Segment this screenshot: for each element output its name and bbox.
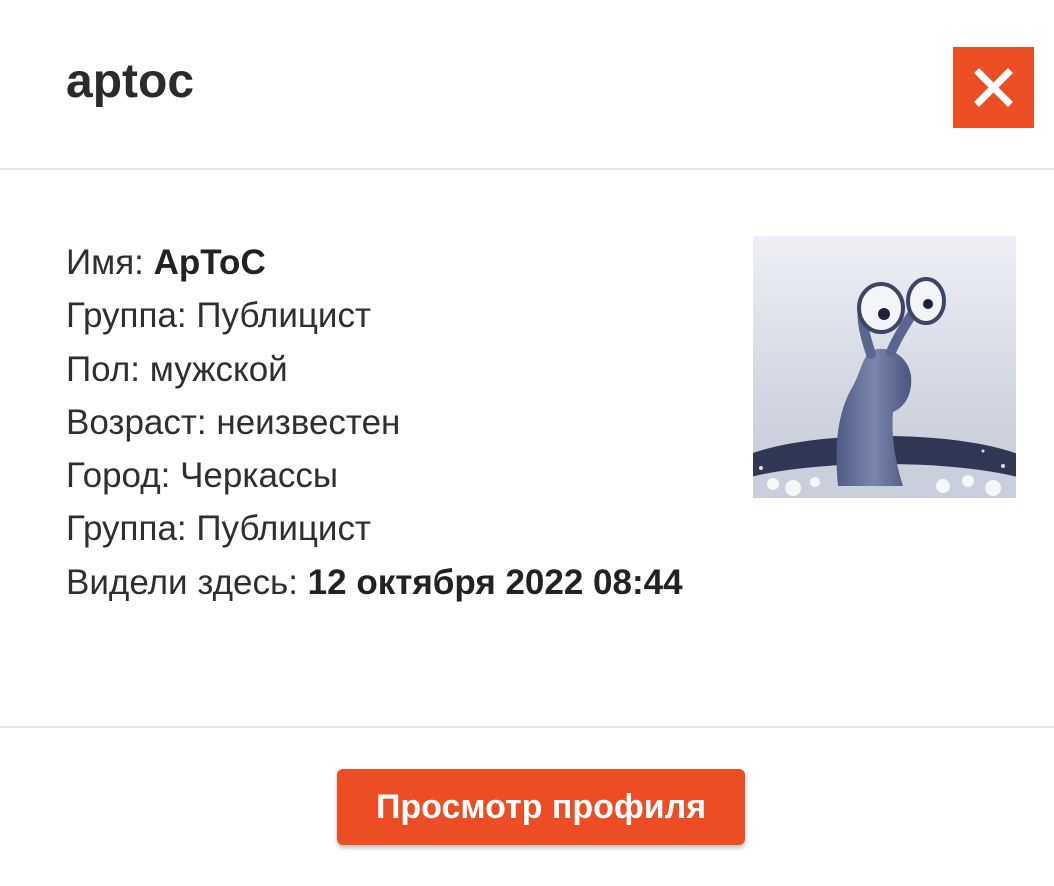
footer-divider — [0, 726, 1054, 728]
row-value: мужской — [149, 349, 288, 389]
row-value: неизвестен — [216, 402, 401, 442]
profile-row-group-2: Группа: Публицист — [66, 502, 683, 555]
profile-row-name: Имя: ApToC — [66, 236, 683, 289]
user-profile-dialog: aptoc Имя: ApToC Группа: Публицист Пол: … — [0, 0, 1054, 886]
profile-row-gender: Пол: мужской — [66, 343, 683, 396]
profile-info: Имя: ApToC Группа: Публицист Пол: мужско… — [66, 236, 683, 609]
row-label: Группа: — [66, 509, 197, 549]
row-value: 12 октября 2022 08:44 — [307, 562, 683, 602]
dialog-title: aptoc — [66, 55, 195, 108]
profile-row-last-seen: Видели здесь: 12 октября 2022 08:44 — [66, 556, 683, 609]
row-label: Группа: — [66, 296, 197, 336]
profile-row-group: Группа: Публицист — [66, 289, 683, 342]
close-icon — [974, 68, 1013, 107]
snail-avatar-icon — [753, 236, 1016, 498]
row-label: Пол: — [66, 349, 150, 389]
avatar — [753, 236, 1016, 498]
view-profile-button[interactable]: Просмотр профиля — [337, 769, 745, 845]
close-button[interactable] — [953, 47, 1034, 128]
row-value: ApToC — [153, 243, 266, 282]
row-label: Город: — [66, 456, 181, 496]
row-label: Имя: — [66, 243, 154, 282]
row-value: Публицист — [196, 509, 372, 549]
profile-row-age: Возраст: неизвестен — [66, 396, 683, 449]
dialog-header: aptoc — [0, 0, 1054, 170]
row-label: Видели здесь: — [66, 562, 308, 602]
row-label: Возраст: — [66, 402, 217, 442]
row-value: Публицист — [196, 296, 372, 336]
row-value: Черкассы — [180, 456, 339, 496]
profile-row-city: Город: Черкассы — [66, 449, 683, 502]
